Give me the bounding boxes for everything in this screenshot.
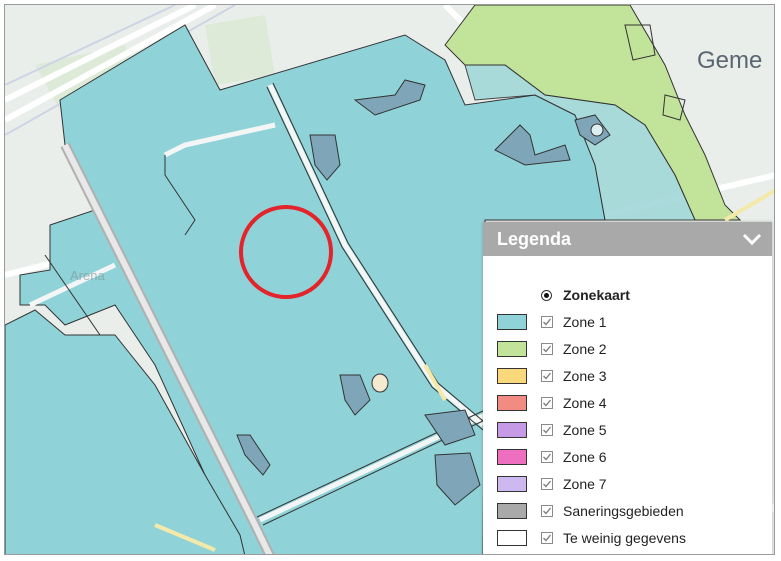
legend-swatch [497,502,527,519]
legend-swatch [497,475,527,492]
legend-checkbox[interactable] [541,477,553,490]
legend-swatch [497,313,527,330]
check-icon [543,480,552,487]
legend-swatch [497,529,527,546]
place-label-geme: Geme [697,47,762,74]
check-icon [543,372,552,379]
legend-checkbox[interactable] [541,450,553,463]
basemap-park [205,15,275,85]
legend-item: Saneringsgebieden [483,497,772,524]
legend-item-label: Saneringsgebieden [563,502,684,519]
legend-swatch [497,340,527,357]
legend-checkbox[interactable] [541,423,553,436]
legend-checkbox[interactable] [541,342,553,355]
legend-item-label: Te weinig gegevens [563,529,686,546]
legend-item-label: Zone 5 [563,421,607,438]
legend-body: Zonekaart Zone 1 Zone 2 Zone 3 Zone 4 Zone 5… [483,256,772,551]
legend-items: Zone 1 Zone 2 Zone 3 Zone 4 Zone 5 Zone 6 Zone… [483,308,772,551]
radio-button[interactable] [541,289,552,301]
pond [590,123,604,137]
legend-swatch [497,367,527,384]
legend-item-label: Zone 1 [563,313,607,330]
layer-label: Zonekaart [563,287,630,303]
legend-swatch [497,394,527,411]
legend-swatch [497,448,527,465]
legend-item-label: Zone 3 [563,367,607,384]
legend-checkbox[interactable] [541,504,553,517]
legend-item: Te weinig gegevens [483,524,772,551]
check-icon [543,318,552,325]
layer-radio-zonekaart[interactable]: Zonekaart [483,282,772,308]
check-icon [543,534,552,541]
radio-selected-dot [544,292,549,298]
legend-item: Zone 3 [483,362,772,389]
check-icon [543,399,552,406]
legend-item: Zone 4 [483,389,772,416]
check-icon [543,426,552,433]
legend-item: Zone 5 [483,416,772,443]
legend-item-label: Zone 7 [563,475,607,492]
legend-checkbox[interactable] [541,315,553,328]
legend-swatch [497,421,527,438]
map-frame: Geme Arena Legenda Zonekaart Zone 1 Zone … [4,4,775,555]
legend-item-label: Zone 2 [563,340,607,357]
legend-checkbox[interactable] [541,531,553,544]
place-label-arena: Arena [70,268,105,283]
legend-checkbox[interactable] [541,396,553,409]
legend-item: Zone 2 [483,335,772,362]
legend-item: Zone 1 [483,308,772,335]
check-icon [543,345,552,352]
legend-item-label: Zone 6 [563,448,607,465]
legend-checkbox[interactable] [541,369,553,382]
legend-panel: Legenda Zonekaart Zone 1 Zone 2 Zone 3 Zone… [483,222,772,554]
legend-title: Legenda [497,228,572,249]
legend-header[interactable]: Legenda [483,222,772,256]
check-icon [543,453,552,460]
legend-item: Zone 6 [483,443,772,470]
legend-item-label: Zone 4 [563,394,607,411]
chevron-down-icon[interactable] [740,227,764,251]
pond [371,373,389,393]
legend-item: Zone 7 [483,470,772,497]
check-icon [543,507,552,514]
